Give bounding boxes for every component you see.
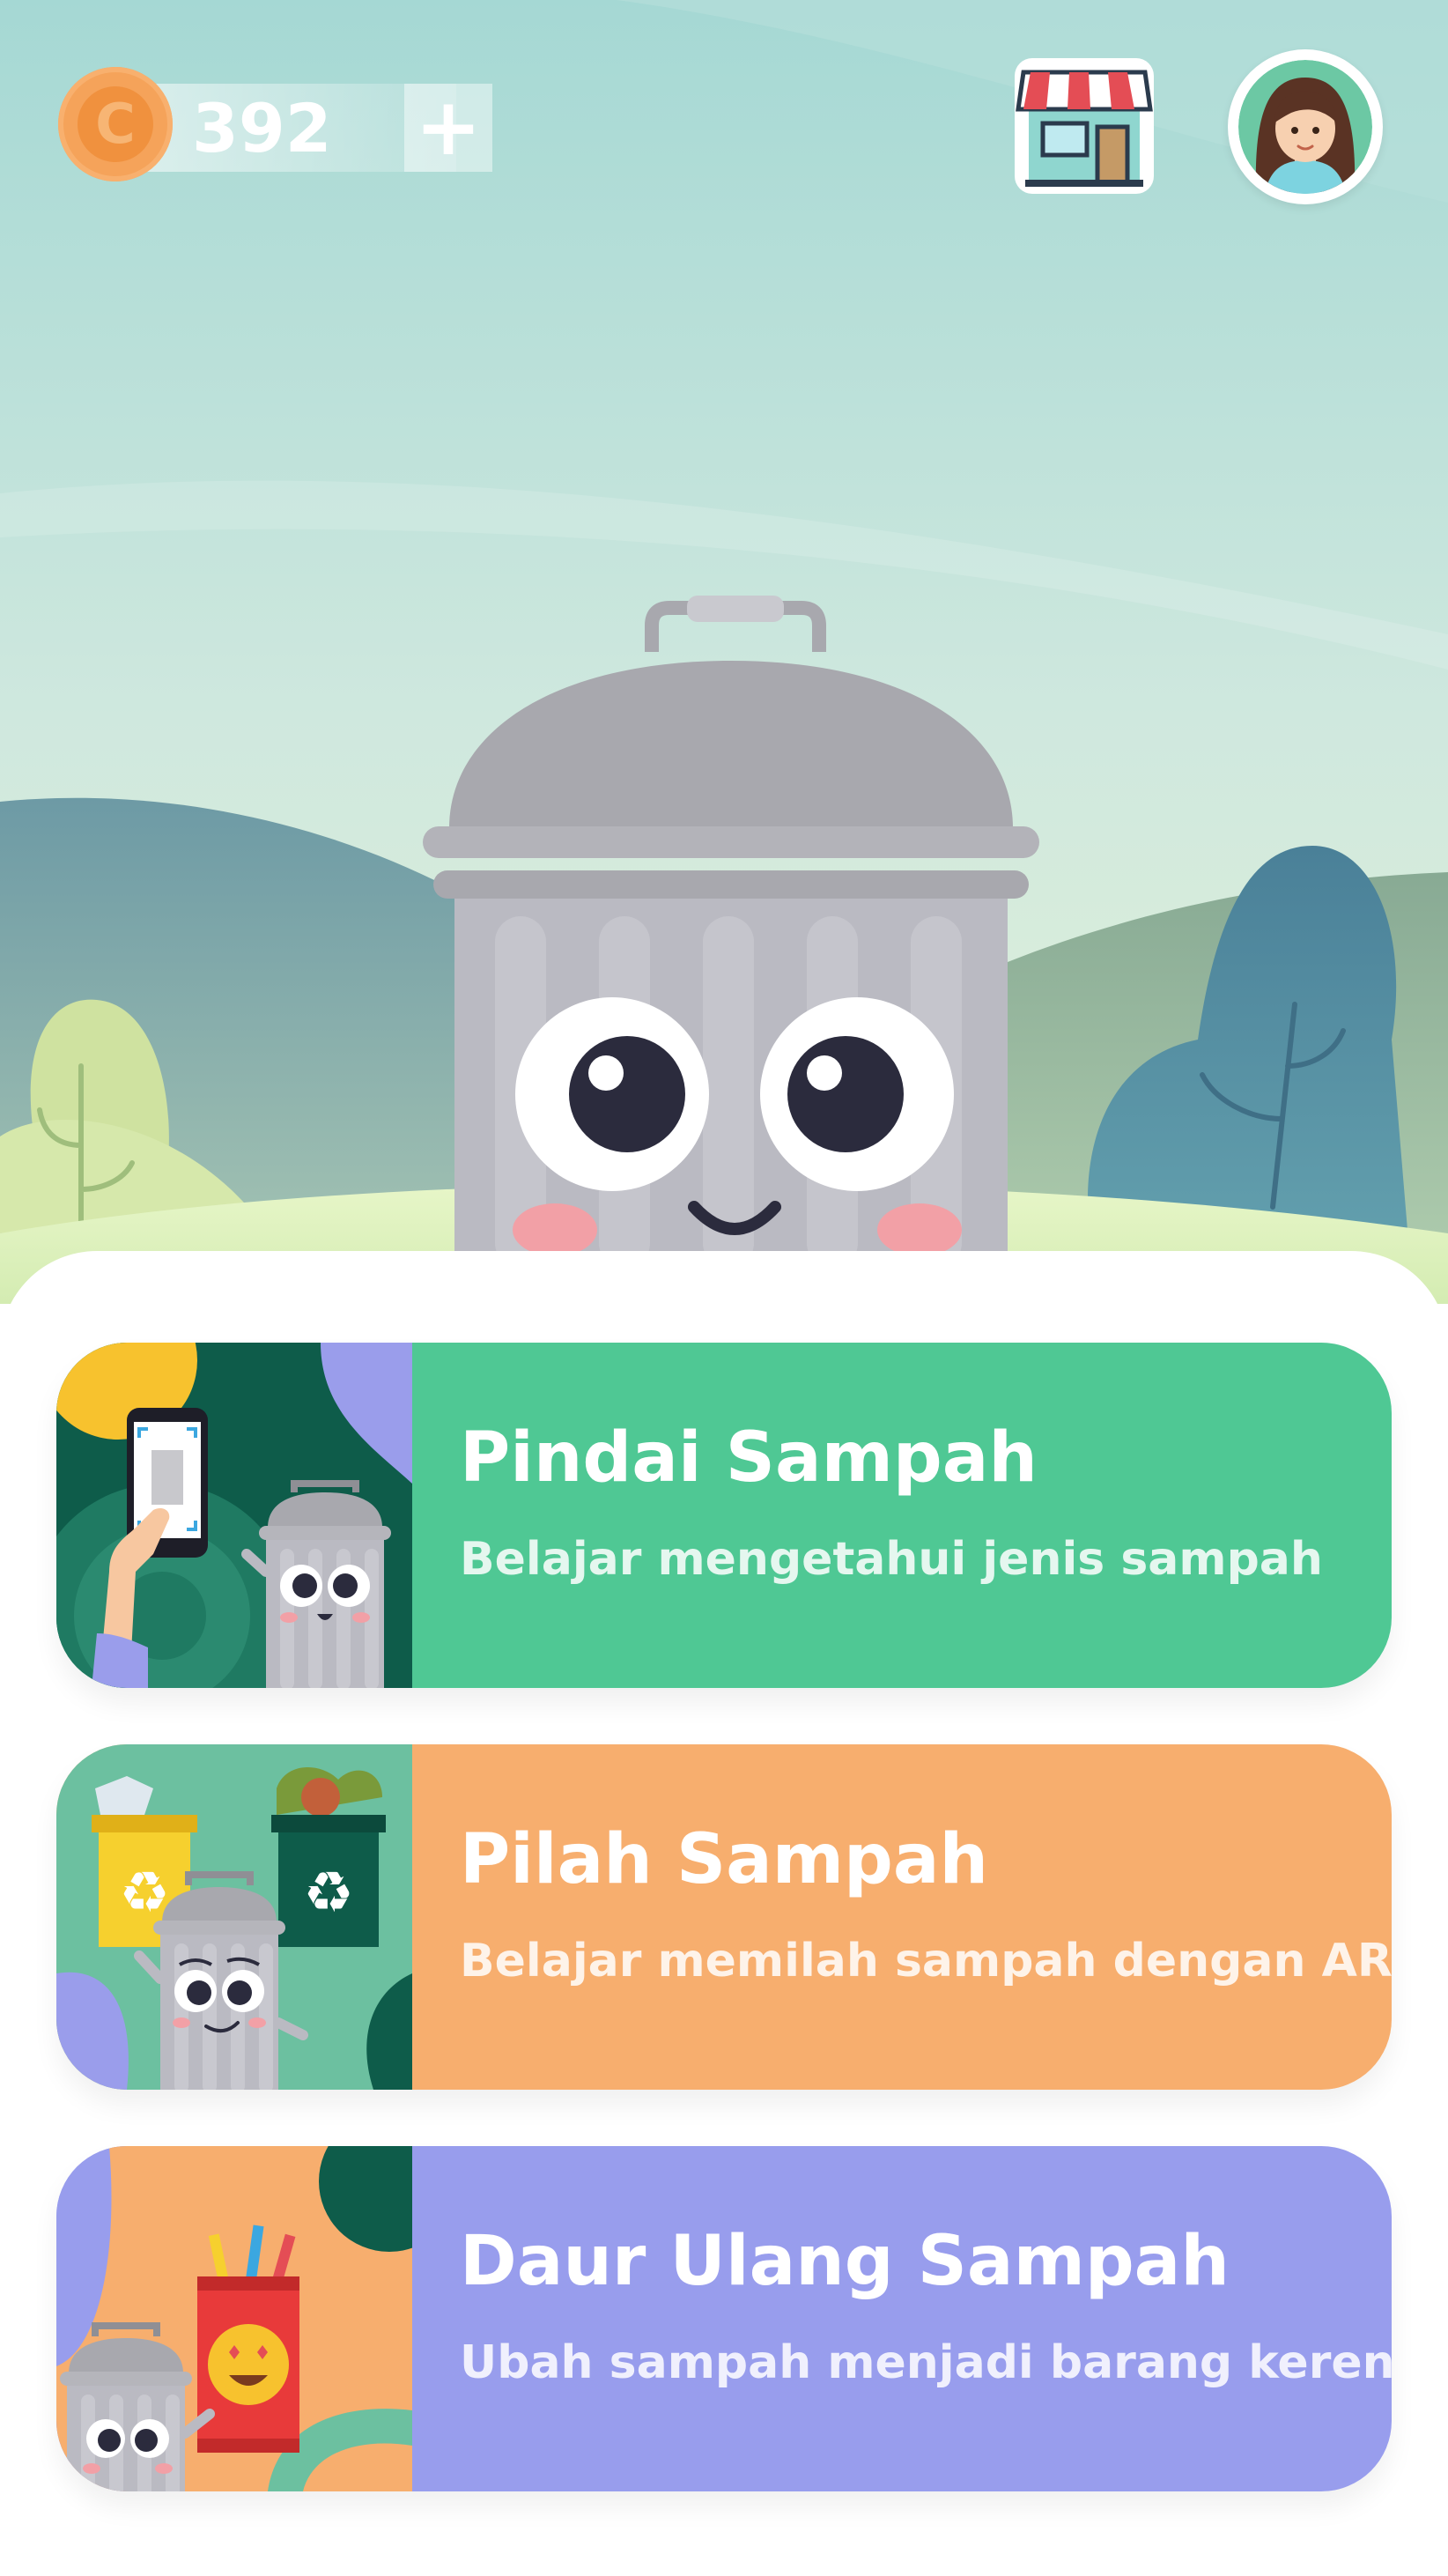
- card-title: Pindai Sampah: [460, 1418, 1038, 1498]
- menu-card-daur-ulang-sampah[interactable]: Daur Ulang Sampah Ubah sampah menjadi ba…: [56, 2146, 1392, 2491]
- menu-card-pilah-sampah[interactable]: ♻ ♻ Pilah Sampah Belajar memilah sampah …: [56, 1744, 1392, 2090]
- svg-text:♻: ♻: [119, 1861, 169, 1926]
- coin-icon: C: [58, 67, 173, 181]
- card-description: Ubah sampah menjadi barang keren!: [460, 2336, 1392, 2389]
- recycle-can-illustration: [56, 2146, 412, 2491]
- shop-button[interactable]: [1011, 53, 1157, 199]
- sorting-bins-illustration: ♻ ♻: [56, 1744, 412, 2090]
- profile-avatar-button[interactable]: [1228, 49, 1383, 204]
- card-description: Belajar memilah sampah dengan AR: [460, 1935, 1392, 1988]
- card-description: Belajar mengetahui jenis sampah: [460, 1533, 1323, 1586]
- coin-balance: C 392 +: [58, 67, 493, 190]
- add-coins-button[interactable]: +: [404, 84, 492, 172]
- profile-avatar-icon: [1238, 60, 1372, 194]
- svg-text:♻: ♻: [303, 1861, 353, 1926]
- coin-count: 392: [192, 89, 332, 167]
- menu-card-pindai-sampah[interactable]: Pindai Sampah Belajar mengetahui jenis s…: [56, 1343, 1392, 1688]
- card-title: Daur Ulang Sampah: [460, 2222, 1230, 2301]
- hero-scene: [0, 0, 1448, 1304]
- scan-phone-illustration: [56, 1343, 412, 1688]
- trash-can-mascot: [423, 596, 1039, 1260]
- shop-icon: [1015, 58, 1154, 194]
- card-title: Pilah Sampah: [460, 1820, 989, 1899]
